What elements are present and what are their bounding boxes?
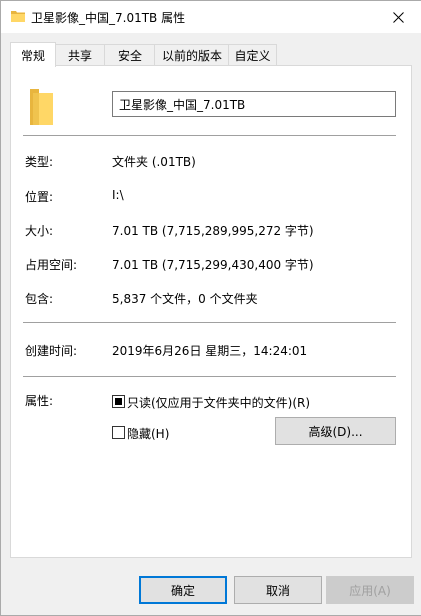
advanced-button[interactable]: 高级(D)... [275, 417, 396, 445]
folder-icon [30, 89, 53, 125]
contains-label: 包含: [25, 292, 54, 306]
properties-window: 卫星影像_中国_7.01TB 属性 常规 共享 安全 以前的版本 自定义 卫星影… [0, 0, 421, 616]
tab-label: 共享 [67, 49, 92, 63]
tab-customize[interactable]: 自定义 [228, 44, 277, 66]
tab-general[interactable]: 常规 [10, 42, 56, 67]
contains-value: 5,837 个文件，0 个文件夹 [112, 292, 258, 306]
divider [23, 322, 396, 323]
indeterminate-mark [115, 398, 122, 405]
readonly-label[interactable]: 只读(仅应用于文件夹中的文件)(R) [127, 394, 310, 411]
ok-button[interactable]: 确定 [139, 576, 227, 604]
folder-icon [11, 11, 25, 22]
close-icon [392, 11, 404, 23]
title-bar[interactable]: 卫星影像_中国_7.01TB 属性 [1, 1, 421, 33]
window-title: 卫星影像_中国_7.01TB 属性 [31, 11, 186, 25]
created-value: 2019年6月26日 星期三，14:24:01 [112, 344, 308, 358]
cancel-button[interactable]: 取消 [234, 576, 322, 604]
location-value: I:\ [112, 188, 124, 202]
tab-label: 安全 [117, 49, 142, 63]
tab-sharing[interactable]: 共享 [54, 44, 106, 66]
attributes-label: 属性: [25, 394, 54, 408]
tab-security[interactable]: 安全 [104, 44, 156, 66]
location-label: 位置: [25, 190, 54, 204]
size-label: 大小: [25, 224, 54, 238]
type-label: 类型: [25, 155, 54, 169]
tab-label: 常规 [20, 48, 45, 63]
divider [23, 376, 396, 377]
folder-name-input[interactable]: 卫星影像_中国_7.01TB [112, 91, 396, 117]
tab-label: 自定义 [234, 49, 271, 63]
apply-button: 应用(A) [326, 576, 414, 604]
size-on-disk-label: 占用空间: [25, 258, 78, 272]
size-value: 7.01 TB (7,715,289,995,272 字节) [112, 224, 314, 238]
hidden-checkbox[interactable] [112, 426, 125, 439]
created-label: 创建时间: [25, 344, 78, 358]
readonly-checkbox[interactable] [112, 395, 125, 408]
type-value: 文件夹 (.01TB) [112, 155, 196, 169]
hidden-label[interactable]: 隐藏(H) [127, 425, 169, 442]
tab-previous-versions[interactable]: 以前的版本 [154, 44, 230, 66]
general-panel [10, 65, 412, 558]
tab-label: 以前的版本 [161, 49, 222, 63]
divider [23, 135, 396, 136]
size-on-disk-value: 7.01 TB (7,715,299,430,400 字节) [112, 258, 314, 272]
close-button[interactable] [375, 1, 421, 33]
